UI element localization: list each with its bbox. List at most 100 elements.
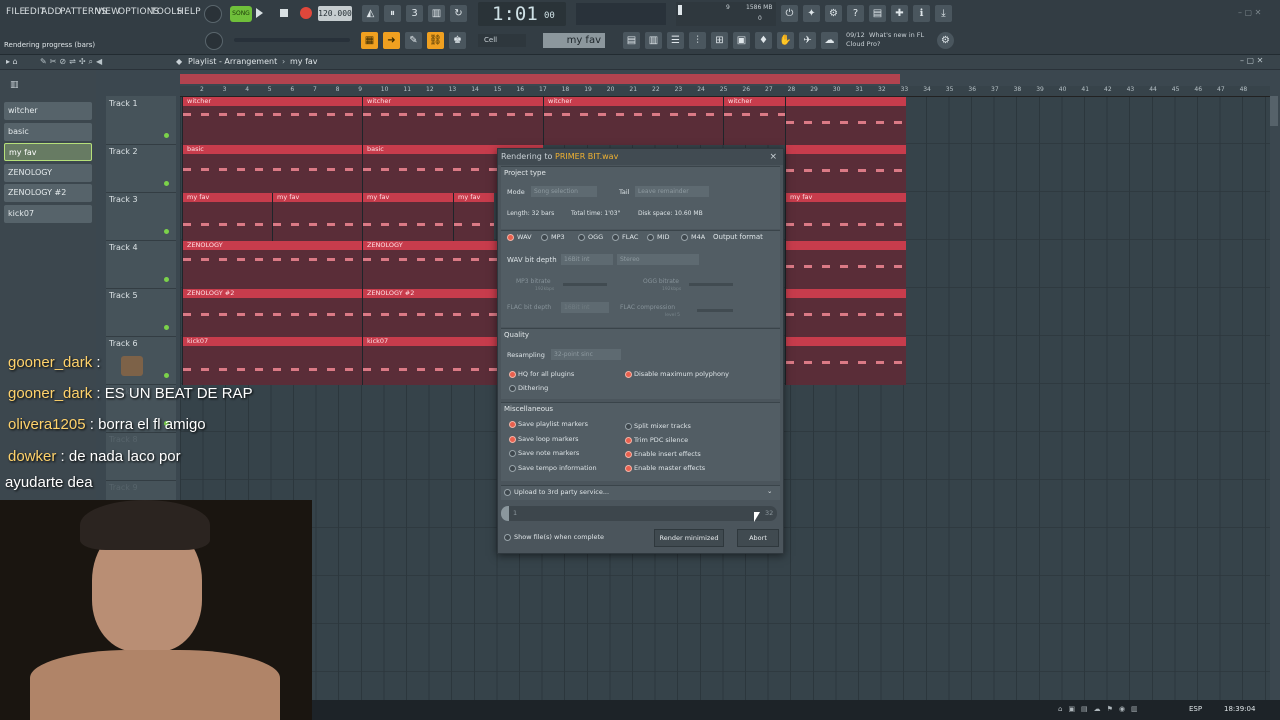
mixer-icon[interactable]: ✦ xyxy=(803,5,820,22)
format-radio-ogg[interactable] xyxy=(578,234,585,241)
tail-select[interactable]: Leave remainder xyxy=(635,186,709,197)
save-icon[interactable]: ▤ xyxy=(869,5,886,22)
track-led-icon[interactable] xyxy=(164,373,169,378)
picker-icon[interactable]: ▥ xyxy=(10,80,19,90)
misc-toggle[interactable] xyxy=(509,450,516,457)
metronome-icon[interactable]: ◭ xyxy=(362,5,379,22)
tray-icons[interactable]: ⌂▣▤☁⚑◉▥ xyxy=(1058,705,1144,713)
power-icon[interactable]: ⏻ xyxy=(781,5,798,22)
pattern-item[interactable]: ZENOLOGY #2 xyxy=(4,184,92,202)
play-icon[interactable] xyxy=(256,8,263,18)
playlist-icon[interactable]: ▤ xyxy=(623,32,640,49)
channel-rack-icon[interactable]: ⚙ xyxy=(825,5,842,22)
plugin-icon[interactable]: ✚ xyxy=(891,5,908,22)
hq-plugins-toggle[interactable] xyxy=(509,371,516,378)
playlist-clip[interactable]: basic xyxy=(182,145,363,193)
news-icon[interactable]: ⚙ xyxy=(937,32,954,49)
song-mode-toggle[interactable]: SONG xyxy=(230,6,252,22)
loop-region[interactable] xyxy=(180,74,900,84)
playlist-clip[interactable]: kick07 xyxy=(182,337,363,385)
loop-record-icon[interactable]: ↻ xyxy=(450,5,467,22)
timeline-ruler[interactable]: 2 3 4 5 6 7 8 9 10 11 12 13 14 15 16 17 18 19 20 21 22 23 24 25… xyxy=(180,86,1270,97)
playlist-clip-segment[interactable] xyxy=(785,289,906,337)
mode-select[interactable]: Song selection xyxy=(531,186,597,197)
format-radio-flac[interactable] xyxy=(612,234,619,241)
abort-button[interactable]: Abort xyxy=(737,529,779,547)
pattern-mode-icon[interactable]: ▦ xyxy=(361,32,378,49)
master-volume-knob[interactable] xyxy=(204,5,222,23)
playlist-clip[interactable]: kick07 xyxy=(362,337,498,385)
playlist-clip[interactable]: witcher xyxy=(543,97,724,145)
news-line1[interactable]: What's new in FL xyxy=(869,31,924,39)
playlist-clip-segment[interactable] xyxy=(785,145,906,193)
arrow-right-icon[interactable]: ➜ xyxy=(383,32,400,49)
piano-roll-icon[interactable]: ▥ xyxy=(645,32,662,49)
playlist-clip[interactable]: ZENOLOGY #2 xyxy=(362,289,498,337)
browser-icon[interactable]: ⊞ xyxy=(711,32,728,49)
chevron-down-icon[interactable]: ⌄ xyxy=(767,487,772,495)
misc-toggle[interactable] xyxy=(509,464,516,472)
snap-select[interactable]: Cell xyxy=(478,34,526,47)
playlist-clip[interactable]: witcher xyxy=(182,97,363,145)
channel-rack-btn-icon[interactable]: ☰ xyxy=(667,32,684,49)
window-controls[interactable]: – ▢ ✕ xyxy=(1238,8,1261,17)
ogg-bitrate-slider[interactable] xyxy=(689,283,733,286)
touch-keyboard-icon[interactable]: ✋ xyxy=(777,32,794,49)
playlist-tools-icons[interactable]: ✎✂⊘⇌✣⌕◀ xyxy=(40,57,105,67)
time-display[interactable]: 1:01 00 xyxy=(478,2,566,26)
playlist-clip[interactable]: my fav xyxy=(272,193,363,241)
news-line2[interactable]: Cloud Pro? xyxy=(846,40,880,48)
misc-toggle[interactable] xyxy=(625,465,632,472)
disable-polyphony-toggle[interactable] xyxy=(625,371,632,378)
flac-compression-slider[interactable] xyxy=(697,309,733,312)
playlist-clip-segment[interactable] xyxy=(785,241,906,289)
playlist-clip[interactable]: witcher xyxy=(362,97,544,145)
master-pitch-knob[interactable] xyxy=(205,32,223,50)
track-header[interactable]: Track 4 xyxy=(106,240,176,289)
edison-icon[interactable]: ✈ xyxy=(799,32,816,49)
menu-help[interactable]: HELP xyxy=(177,7,201,17)
playlist-clip[interactable]: ZENOLOGY xyxy=(362,241,498,289)
playlist-window-controls[interactable]: – ▢ ✕ xyxy=(1240,56,1263,65)
playlist-clip[interactable]: my fav xyxy=(362,193,454,241)
pattern-item[interactable]: ZENOLOGY xyxy=(4,164,92,182)
pattern-item[interactable]: kick07 xyxy=(4,205,92,223)
playlist-clip[interactable]: my fav xyxy=(182,193,273,241)
track-led-icon[interactable] xyxy=(164,325,169,330)
misc-toggle[interactable] xyxy=(625,437,632,444)
info-icon[interactable]: ℹ xyxy=(913,5,930,22)
track-header[interactable]: Track 1 xyxy=(106,96,176,145)
misc-toggle[interactable] xyxy=(625,451,632,458)
step-edit-icon[interactable]: ▥ xyxy=(428,5,445,22)
playlist-menu-icon[interactable]: ▸ ⌂ xyxy=(6,57,18,66)
keyboard-language[interactable]: ESP xyxy=(1189,705,1202,713)
track-led-icon[interactable] xyxy=(164,181,169,186)
format-radio-m4a[interactable] xyxy=(681,234,688,241)
upload-section[interactable]: Upload to 3rd party service... ⌄ xyxy=(501,485,780,500)
vertical-scrollbar[interactable] xyxy=(1270,96,1278,126)
misc-toggle[interactable] xyxy=(509,435,516,443)
dithering-toggle[interactable] xyxy=(509,385,516,392)
tempo-display[interactable]: 120.000 xyxy=(318,6,352,21)
format-radio-mid[interactable] xyxy=(647,234,654,241)
clock[interactable]: 18:39:04 xyxy=(1224,705,1255,713)
close-icon[interactable]: × xyxy=(769,149,777,165)
menu-add[interactable]: ADD xyxy=(41,7,62,17)
menu-file[interactable]: FILE xyxy=(6,7,25,17)
plugin-db-icon[interactable]: ▣ xyxy=(733,32,750,49)
pattern-item[interactable]: basic xyxy=(4,123,92,141)
render-minimized-button[interactable]: Render minimized xyxy=(654,529,724,547)
menu-view[interactable]: VIEW xyxy=(96,7,120,17)
show-files-toggle[interactable] xyxy=(504,534,511,541)
master-slider[interactable] xyxy=(234,38,350,42)
track-led-icon[interactable] xyxy=(164,133,169,138)
stop-icon[interactable] xyxy=(280,9,288,17)
wav-bit-depth-select[interactable]: 16Bit int xyxy=(561,254,613,265)
stamp-icon[interactable]: ♚ xyxy=(449,32,466,49)
pattern-selector[interactable]: my fav xyxy=(543,33,605,48)
tempo-tap-icon[interactable]: ♦ xyxy=(755,32,772,49)
countdown-icon[interactable]: 3 xyxy=(406,5,423,22)
misc-toggle[interactable] xyxy=(625,423,632,430)
pattern-item[interactable]: witcher xyxy=(4,102,92,120)
help-icon[interactable]: ? xyxy=(847,5,864,22)
